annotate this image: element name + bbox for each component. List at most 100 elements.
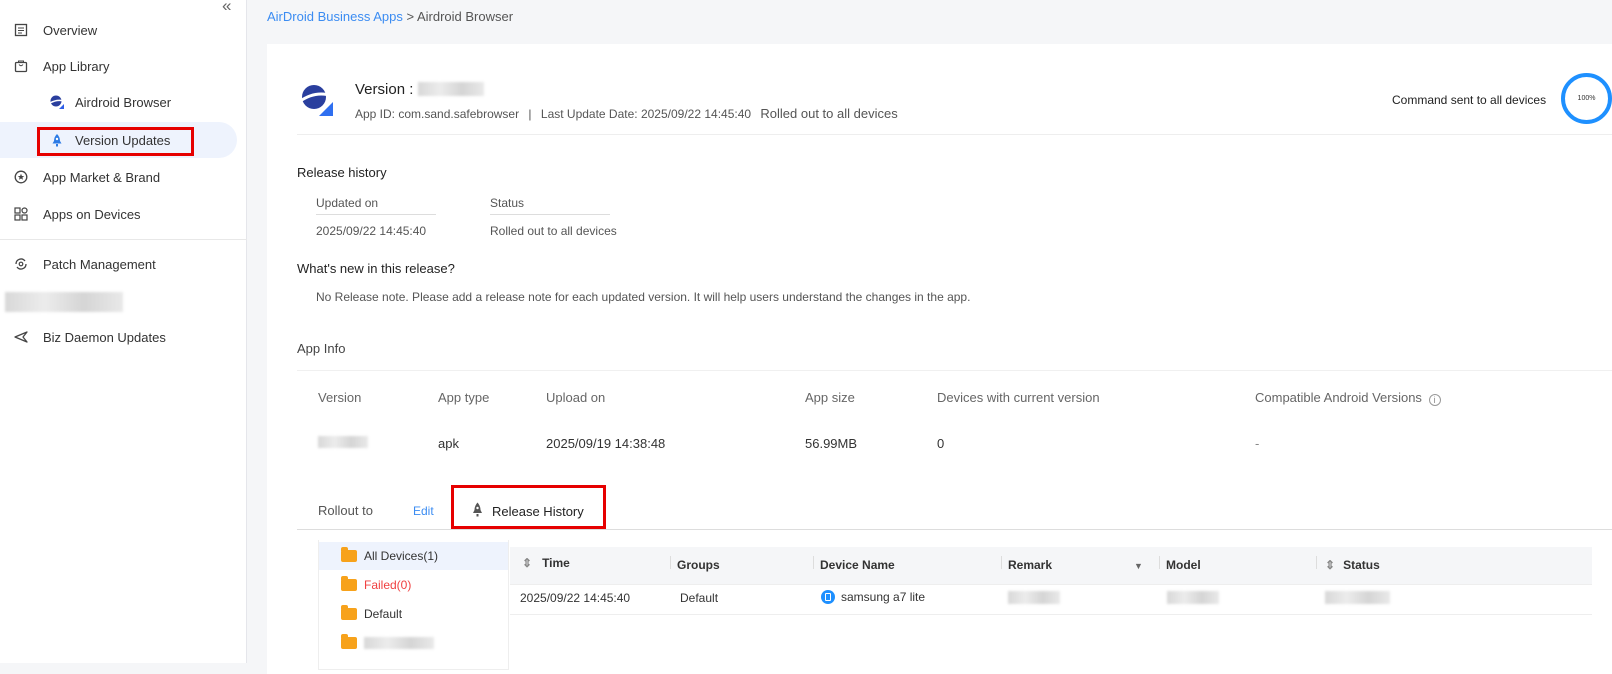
redacted-remark	[1008, 591, 1060, 604]
sidebar-item-apps-on-devices[interactable]: Apps on Devices	[0, 196, 240, 232]
meta-divider: |	[528, 107, 532, 121]
column-divider	[1159, 556, 1160, 569]
app-size-value: 56.99MB	[805, 436, 858, 451]
compatible-label: Compatible Android Versions	[1255, 390, 1422, 405]
browser-logo-icon	[49, 94, 65, 110]
app-info-col-app-size: App size	[805, 390, 855, 405]
folder-icon	[341, 576, 357, 591]
col-remark-header[interactable]: Remark ▼	[1001, 556, 1143, 572]
app-id: App ID: com.sand.safebrowser	[355, 107, 520, 121]
redacted-version-value	[318, 436, 368, 448]
sort-icon[interactable]: ⇕	[1325, 558, 1335, 572]
sort-icon[interactable]: ⇕	[522, 556, 532, 570]
app-info-col-upload-on: Upload on	[546, 390, 606, 405]
breadcrumb-parent-link[interactable]: AirDroid Business Apps	[267, 9, 403, 24]
sidebar-item-label: Patch Management	[43, 256, 156, 272]
col-time-header[interactable]: ⇕ Time	[522, 556, 570, 570]
rollout-status-text: Rolled out to all devices	[760, 106, 898, 121]
whats-new-title: What's new in this release?	[297, 261, 455, 276]
breadcrumb: AirDroid Business Apps > Airdroid Browse…	[267, 9, 513, 24]
sidebar: « Overview App Library Airdroid Browser …	[0, 0, 247, 663]
tabs-divider	[297, 529, 1612, 530]
app-info-title: App Info	[297, 341, 346, 356]
last-update-date: Last Update Date: 2025/09/22 14:45:40	[540, 107, 752, 121]
sidebar-item-label: App Market & Brand	[43, 169, 161, 185]
column-divider	[813, 556, 814, 569]
folder-icon	[341, 634, 357, 649]
app-info-col-devices: Devices with current version	[937, 390, 1100, 405]
col-groups-header: Groups	[670, 556, 720, 572]
redacted-status	[1325, 591, 1390, 604]
release-history-title: Release history	[297, 165, 387, 180]
sidebar-item-app-library[interactable]: App Library	[0, 48, 240, 84]
sidebar-item-label: Biz Daemon Updates	[43, 329, 166, 345]
breadcrumb-separator: >	[402, 9, 417, 24]
app-info-col-app-type: App type	[438, 390, 490, 405]
sidebar-item-overview[interactable]: Overview	[0, 12, 240, 48]
tab-rollout-to[interactable]: Rollout to	[318, 503, 373, 518]
col-label: Remark	[1008, 558, 1053, 572]
document-icon	[13, 22, 29, 38]
edit-link[interactable]: Edit	[413, 504, 434, 518]
redacted-model	[1167, 591, 1219, 604]
header-divider	[297, 134, 1612, 135]
app-type-value: apk	[438, 436, 459, 451]
tree-item-failed[interactable]: Failed(0)	[341, 576, 412, 592]
info-icon[interactable]: i	[1428, 394, 1441, 406]
col-label: Groups	[677, 558, 720, 572]
sidebar-item-label: Overview	[43, 22, 98, 38]
app-meta: App ID: com.sand.safebrowser | Last Upda…	[355, 106, 898, 121]
app-info-col-compatible: Compatible Android Versions i	[1255, 390, 1441, 406]
tree-item-redacted[interactable]	[341, 634, 434, 650]
send-icon	[13, 329, 29, 345]
app-info-divider	[297, 370, 1612, 371]
highlight-box-release-history	[451, 485, 606, 529]
version-heading: Version :	[355, 81, 484, 98]
tree-item-label: Default	[364, 607, 403, 621]
cell-device-name[interactable]: samsung a7 lite	[821, 590, 925, 604]
upload-on-value: 2025/09/19 14:38:48	[546, 436, 666, 451]
col-label: Time	[542, 556, 570, 570]
col-status-header[interactable]: ⇕ Status	[1316, 556, 1380, 572]
star-circle-icon	[13, 169, 29, 185]
redacted-group-name	[364, 637, 434, 649]
column-divider	[1001, 556, 1002, 569]
bag-icon	[13, 58, 29, 74]
tree-item-default[interactable]: Default	[341, 605, 403, 621]
filter-icon[interactable]: ▼	[1134, 561, 1143, 571]
sidebar-divider	[0, 239, 247, 240]
command-status-text: Command sent to all devices	[1392, 93, 1547, 107]
patch-icon	[13, 256, 29, 272]
release-note-text: No Release note. Please add a release no…	[316, 290, 971, 304]
compatible-value: -	[1255, 436, 1260, 451]
folder-icon	[341, 605, 357, 620]
sidebar-item-patch-management[interactable]: Patch Management	[0, 246, 240, 282]
rh-underline	[316, 214, 436, 215]
breadcrumb-current: Airdroid Browser	[416, 9, 514, 24]
cell-time: 2025/09/22 14:45:40	[520, 591, 631, 605]
col-device-name-header: Device Name	[813, 556, 895, 572]
app-info-col-version: Version	[318, 390, 362, 405]
sidebar-item-app-market-brand[interactable]: App Market & Brand	[0, 159, 240, 195]
tree-item-all-devices[interactable]: All Devices(1)	[341, 547, 438, 563]
column-divider	[670, 556, 671, 569]
release-history-updated-on: 2025/09/22 14:45:40	[316, 224, 427, 238]
version-label: Version :	[355, 81, 414, 98]
tree-item-label: Failed(0)	[364, 578, 412, 592]
col-model-header: Model	[1159, 556, 1201, 572]
column-divider	[1316, 556, 1317, 569]
sidebar-item-label: App Library	[43, 58, 110, 74]
col-label: Device Name	[820, 558, 895, 572]
sidebar-item-airdroid-browser[interactable]: Airdroid Browser	[0, 84, 240, 120]
release-history-col-updated-on: Updated on	[316, 196, 379, 210]
redacted-sidebar-item	[5, 292, 123, 312]
folder-icon	[341, 547, 357, 562]
sidebar-item-label: Apps on Devices	[43, 206, 141, 222]
cell-group: Default	[680, 591, 719, 605]
android-device-icon	[821, 590, 835, 604]
apps-grid-icon	[13, 206, 29, 222]
app-logo-icon	[297, 80, 335, 118]
progress-ring: 100%	[1561, 73, 1612, 124]
sidebar-item-biz-daemon-updates[interactable]: Biz Daemon Updates	[0, 319, 240, 355]
redacted-version	[417, 82, 484, 96]
